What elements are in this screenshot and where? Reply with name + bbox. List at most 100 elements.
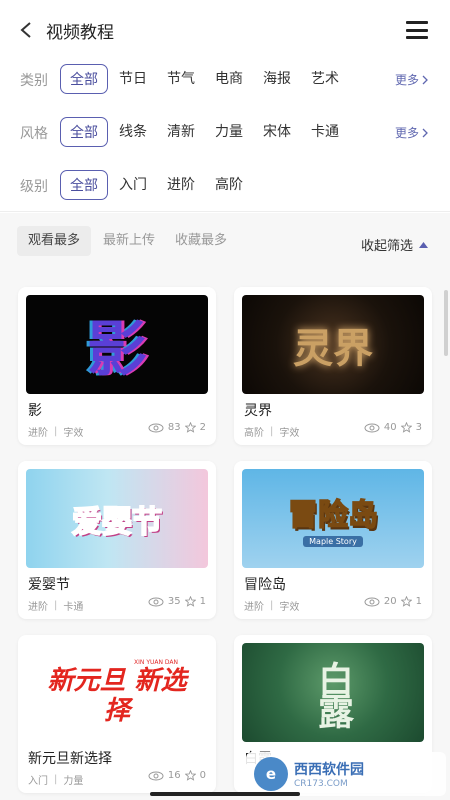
stars-count: 1 [199, 596, 206, 607]
filter-option-category-art[interactable]: 艺术 [311, 64, 339, 94]
hamburger-menu-icon[interactable] [406, 21, 428, 39]
filter-option-style-cartoon[interactable]: 卡通 [311, 117, 339, 147]
video-card[interactable]: 冒险岛 Maple Story 冒险岛 进阶 | 字效 20 1 [234, 461, 432, 619]
views-count: 83 [167, 422, 181, 433]
star-icon [400, 596, 412, 607]
thumbnail-title: 影 [87, 315, 147, 385]
sort-most-viewed[interactable]: 观看最多 [17, 226, 92, 256]
star-icon [400, 422, 412, 433]
filter-option-category-solar-term[interactable]: 节气 [167, 64, 195, 94]
filter-option-level-intermediate[interactable]: 进阶 [167, 170, 195, 200]
level-tag: 进阶 [244, 602, 264, 613]
watermark-logo-icon: e [254, 757, 288, 791]
video-tags: 高阶 | 字效 [244, 426, 300, 439]
views-count: 20 [383, 596, 397, 607]
video-card[interactable]: XIN YUAN DAN 新元旦 新选择 新元旦新选择 入门 | 力量 16 0 [18, 635, 216, 793]
video-stats: 40 3 [364, 422, 422, 433]
video-tags: 进阶 | 字效 [28, 426, 84, 439]
eye-icon [148, 423, 164, 433]
eye-icon [364, 597, 380, 607]
filter-option-level-beginner[interactable]: 入门 [119, 170, 147, 200]
eye-icon [148, 597, 164, 607]
level-tag: 入门 [28, 776, 48, 787]
watermark-url: CR173.COM [294, 779, 348, 789]
views-count: 40 [383, 422, 397, 433]
back-button[interactable] [14, 18, 38, 42]
stars-count: 3 [415, 422, 422, 433]
video-thumbnail: XIN YUAN DAN 新元旦 新选择 [26, 643, 208, 742]
filter-option-style-all[interactable]: 全部 [60, 117, 108, 147]
video-thumbnail: 白露 [242, 643, 424, 742]
thumbnail-title: 灵界 [293, 324, 373, 372]
level-tag: 进阶 [28, 602, 48, 613]
video-tags: 进阶 | 字效 [244, 600, 300, 613]
stars-count: 0 [199, 770, 206, 781]
filter-option-level-advanced[interactable]: 高阶 [215, 170, 243, 200]
filter-option-category-holiday[interactable]: 节日 [119, 64, 147, 94]
page-title: 视频教程 [46, 23, 114, 43]
thumbnail-title: 新元旦 新选择 [47, 666, 187, 726]
eye-icon [148, 771, 164, 781]
filter-option-style-fresh[interactable]: 清新 [167, 117, 195, 147]
filter-option-category-all[interactable]: 全部 [60, 64, 108, 94]
video-card[interactable]: 影 影 进阶 | 字效 83 2 [18, 287, 216, 445]
video-card[interactable]: 灵界 灵界 高阶 | 字效 40 3 [234, 287, 432, 445]
filter-option-category-poster[interactable]: 海报 [263, 64, 291, 94]
views-count: 35 [167, 596, 181, 607]
filter-option-style-power[interactable]: 力量 [215, 117, 243, 147]
filter-option-style-line[interactable]: 线条 [119, 117, 147, 147]
star-icon [184, 596, 196, 607]
filter-row-category: 类别 全部 节日 节气 电商 海报 艺术 更多 [0, 62, 450, 96]
video-thumbnail: 爱婴节 [26, 469, 208, 568]
video-thumbnail: 影 [26, 295, 208, 394]
thumbnail-subtitle: Maple Story [303, 536, 363, 547]
level-tag: 进阶 [28, 428, 48, 439]
sort-bar: 观看最多 最新上传 收藏最多 收起筛选 [0, 213, 450, 273]
stars-count: 1 [415, 596, 422, 607]
video-title: 爱婴节 [28, 577, 70, 593]
video-tags: 入门 | 力量 [28, 774, 84, 787]
chevron-left-icon [20, 22, 31, 38]
sort-latest[interactable]: 最新上传 [103, 226, 155, 256]
filter-option-category-ecommerce[interactable]: 电商 [215, 64, 243, 94]
home-indicator[interactable] [150, 792, 300, 796]
collapse-filter-button[interactable]: 收起筛选 [361, 235, 428, 254]
style-tag: 力量 [63, 776, 84, 787]
video-stats: 35 1 [148, 596, 206, 607]
scrollbar[interactable] [444, 290, 448, 356]
video-tags: 进阶 | 卡通 [28, 600, 84, 613]
more-category-button[interactable]: 更多 [395, 71, 428, 88]
star-icon [184, 770, 196, 781]
style-tag: 字效 [63, 428, 84, 439]
filter-option-level-all[interactable]: 全部 [60, 170, 108, 200]
video-title: 灵界 [244, 403, 272, 419]
chevron-right-icon [422, 75, 428, 84]
level-tag: 高阶 [244, 428, 264, 439]
star-icon [184, 422, 196, 433]
video-thumbnail: 冒险岛 Maple Story [242, 469, 424, 568]
video-title: 冒险岛 [244, 577, 286, 593]
filter-label-category: 类别 [20, 73, 48, 89]
site-watermark: e 西西软件园 CR173.COM [246, 752, 446, 796]
eye-icon [364, 423, 380, 433]
triangle-up-icon [419, 241, 428, 248]
thumbnail-title: 爱婴节 [71, 504, 163, 541]
stars-count: 2 [199, 422, 206, 433]
views-count: 16 [167, 770, 181, 781]
video-stats: 20 1 [364, 596, 422, 607]
watermark-text: 西西软件园 [294, 762, 364, 778]
filter-label-style: 风格 [20, 126, 48, 142]
sort-most-favorited[interactable]: 收藏最多 [175, 226, 227, 256]
chevron-right-icon [422, 128, 428, 137]
video-grid: 影 影 进阶|字效 83 2 灵界 灵界 高阶|字效 40 3 爱婴节 [0, 273, 450, 800]
video-card[interactable]: 爱婴节 爱婴节 进阶 | 卡通 35 1 [18, 461, 216, 619]
style-tag: 字效 [279, 602, 300, 613]
collapse-label: 收起筛选 [360, 239, 413, 254]
more-style-button[interactable]: 更多 [395, 124, 428, 141]
filter-row-level: 级别 全部 入门 进阶 高阶 [0, 168, 450, 202]
filter-option-style-songti[interactable]: 宋体 [263, 117, 291, 147]
filter-panel: 类别 全部 节日 节气 电商 海报 艺术 更多 风格 全部 线条 清新 力量 宋… [0, 58, 450, 212]
video-thumbnail: 灵界 [242, 295, 424, 394]
app-header: 视频教程 [0, 0, 450, 58]
style-tag: 字效 [279, 428, 300, 439]
